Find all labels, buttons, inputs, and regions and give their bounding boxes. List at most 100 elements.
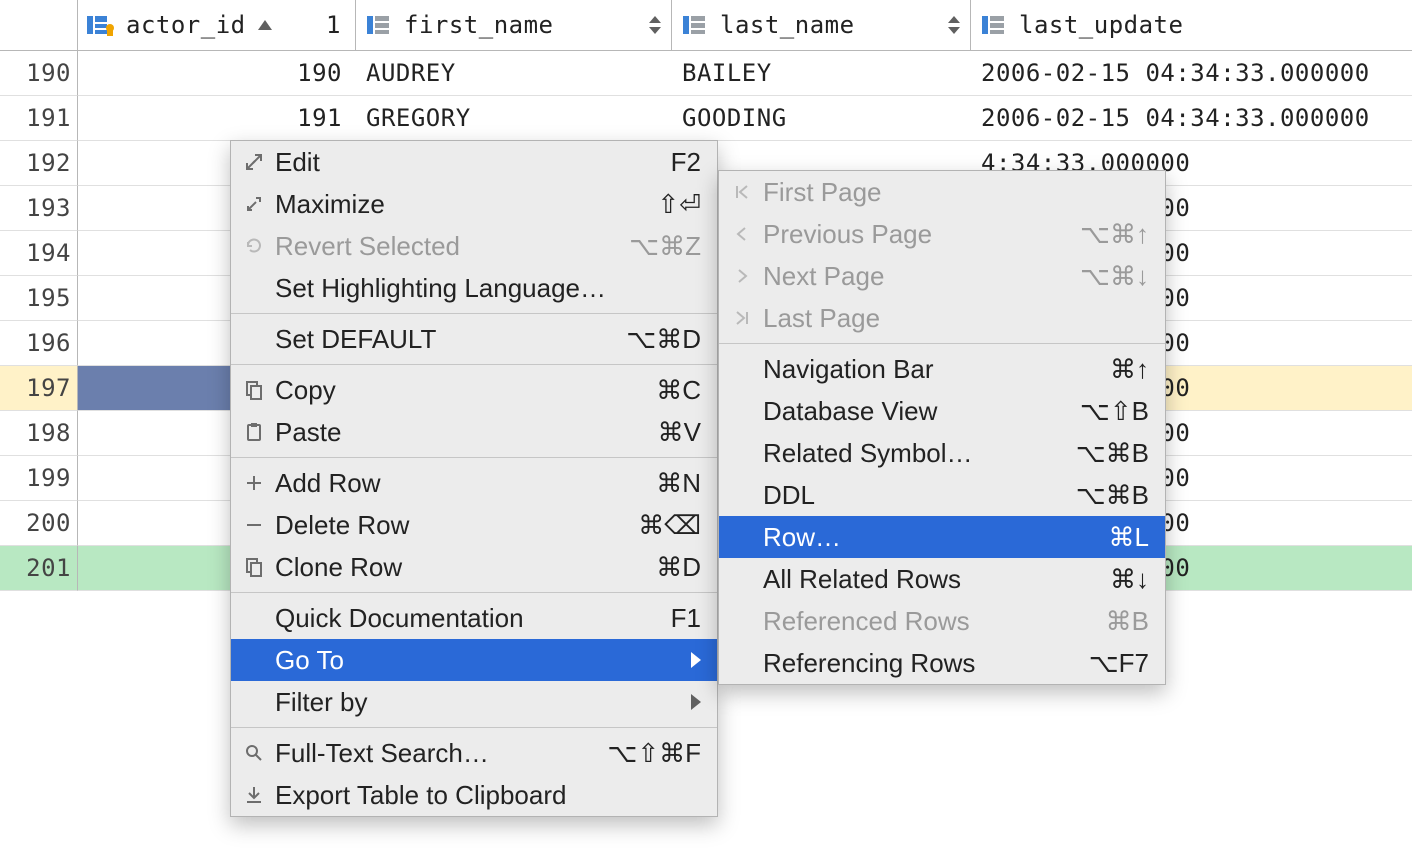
maximize-icon xyxy=(241,191,267,217)
menu-shortcut: F1 xyxy=(671,603,701,634)
menu-item-edit[interactable]: EditF2 xyxy=(231,141,717,183)
menu-label: Navigation Bar xyxy=(763,354,934,385)
clone-icon xyxy=(241,554,267,580)
column-header-last-name[interactable]: last_name xyxy=(672,0,971,50)
row-header[interactable]: 195 xyxy=(0,276,78,321)
menu-label: Clone Row xyxy=(275,552,402,583)
cell-actor-id[interactable]: 191 xyxy=(78,96,356,141)
blank-icon xyxy=(729,524,755,550)
row-header[interactable]: 194 xyxy=(0,231,78,276)
row-header[interactable]: 197 xyxy=(0,366,78,411)
minus-icon xyxy=(241,512,267,538)
menu-item-paste[interactable]: Paste⌘V xyxy=(231,411,717,453)
cell-last-name[interactable]: BAILEY xyxy=(672,51,971,96)
cell-last-update[interactable]: 2006-02-15 04:34:33.000000 xyxy=(971,51,1412,96)
menu-separator xyxy=(231,313,717,314)
last-icon xyxy=(729,305,755,331)
cell-last-name[interactable]: GOODING xyxy=(672,96,971,141)
blank-icon xyxy=(241,689,267,715)
cell-actor-id[interactable]: 190 xyxy=(78,51,356,96)
plus-icon xyxy=(241,470,267,496)
row-header[interactable]: 198 xyxy=(0,411,78,456)
menu-label: Add Row xyxy=(275,468,381,499)
blank-icon xyxy=(729,650,755,676)
menu-item-referencing-rows[interactable]: Referencing Rows⌥F7 xyxy=(719,642,1165,684)
menu-item-copy[interactable]: Copy⌘C xyxy=(231,369,717,411)
menu-item-maximize[interactable]: Maximize⇧⏎ xyxy=(231,183,717,225)
column-header-last-update[interactable]: last_update xyxy=(971,0,1412,50)
column-header-actor-id[interactable]: actor_id 1 xyxy=(78,0,356,50)
menu-label: Revert Selected xyxy=(275,231,460,262)
cell-first-name[interactable]: GREGORY xyxy=(356,96,672,141)
column-header-first-name[interactable]: first_name xyxy=(356,0,672,50)
menu-item-referenced-rows: Referenced Rows⌘B xyxy=(719,600,1165,642)
row-header[interactable]: 192 xyxy=(0,141,78,186)
menu-shortcut: ⌘C xyxy=(656,375,701,406)
first-icon xyxy=(729,179,755,205)
menu-separator xyxy=(231,364,717,365)
menu-shortcut: F2 xyxy=(671,147,701,178)
menu-label: Filter by xyxy=(275,687,367,718)
menu-item-ddl[interactable]: DDL⌥⌘B xyxy=(719,474,1165,516)
menu-shortcut: ⌥⌘B xyxy=(1076,438,1149,469)
table-row[interactable]: 190190AUDREYBAILEY2006-02-15 04:34:33.00… xyxy=(0,51,1412,96)
row-header[interactable]: 201 xyxy=(0,546,78,591)
menu-shortcut: ⌥⇧B xyxy=(1080,396,1149,427)
menu-item-export-table-to-clipboard[interactable]: Export Table to Clipboard xyxy=(231,774,717,816)
context-menu[interactable]: EditF2Maximize⇧⏎ Revert Selected ⌥⌘Z Set Hi… xyxy=(230,140,718,817)
sort-toggle-icon[interactable] xyxy=(946,16,962,34)
menu-item-all-related-rows[interactable]: All Related Rows⌘↓ xyxy=(719,558,1165,600)
expand-icon xyxy=(241,149,267,175)
menu-item-related-symbol[interactable]: Related Symbol…⌥⌘B xyxy=(719,432,1165,474)
menu-shortcut: ⌘↑ xyxy=(1110,354,1149,385)
menu-shortcut: ⌥⌘Z xyxy=(629,231,701,262)
menu-label: Export Table to Clipboard xyxy=(275,780,566,811)
menu-item-set-default[interactable]: Set DEFAULT⌥⌘D xyxy=(231,318,717,360)
menu-separator xyxy=(231,727,717,728)
copy-icon xyxy=(241,377,267,403)
download-icon xyxy=(241,782,267,808)
cell-first-name[interactable]: AUDREY xyxy=(356,51,672,96)
menu-label: All Related Rows xyxy=(763,564,961,595)
menu-label: Delete Row xyxy=(275,510,409,541)
blank-icon xyxy=(729,398,755,424)
menu-item-delete-row[interactable]: Delete Row⌘⌫ xyxy=(231,504,717,546)
table-row[interactable]: 191191GREGORYGOODING2006-02-15 04:34:33.… xyxy=(0,96,1412,141)
menu-label: Full-Text Search… xyxy=(275,738,489,769)
next-icon xyxy=(729,263,755,289)
cell-last-update[interactable]: 2006-02-15 04:34:33.000000 xyxy=(971,96,1412,141)
menu-label: Go To xyxy=(275,645,344,676)
row-header[interactable]: 193 xyxy=(0,186,78,231)
row-header[interactable]: 196 xyxy=(0,321,78,366)
submenu-arrow-icon xyxy=(691,652,701,668)
menu-item-full-text-search[interactable]: Full-Text Search…⌥⇧⌘F xyxy=(231,732,717,774)
menu-item-filter-by[interactable]: Filter by xyxy=(231,681,717,723)
primary-key-column-icon xyxy=(86,13,116,37)
menu-item-next-page: Next Page⌥⌘↓ xyxy=(719,255,1165,297)
goto-submenu[interactable]: First PagePrevious Page⌥⌘↑Next Page⌥⌘↓La… xyxy=(718,170,1166,685)
column-icon xyxy=(979,13,1009,37)
row-header[interactable]: 200 xyxy=(0,501,78,546)
menu-label: DDL xyxy=(763,480,815,511)
menu-shortcut: ⌘B xyxy=(1106,606,1149,637)
menu-item-previous-page: Previous Page⌥⌘↑ xyxy=(719,213,1165,255)
menu-item-add-row[interactable]: Add Row⌘N xyxy=(231,462,717,504)
menu-item-go-to[interactable]: Go To xyxy=(231,639,717,681)
menu-item-quick-documentation[interactable]: Quick DocumentationF1 xyxy=(231,597,717,639)
sort-asc-icon xyxy=(258,20,272,30)
sort-toggle-icon[interactable] xyxy=(647,16,663,34)
corner-cell xyxy=(0,0,78,50)
menu-separator xyxy=(231,457,717,458)
menu-item-row[interactable]: Row…⌘L xyxy=(719,516,1165,558)
menu-item-database-view[interactable]: Database View⌥⇧B xyxy=(719,390,1165,432)
menu-separator xyxy=(719,343,1165,344)
menu-item-clone-row[interactable]: Clone Row⌘D xyxy=(231,546,717,588)
menu-item-set-highlighting-language[interactable]: Set Highlighting Language… xyxy=(231,267,717,309)
row-header[interactable]: 191 xyxy=(0,96,78,141)
menu-label: Set Highlighting Language… xyxy=(275,273,606,304)
row-header[interactable]: 190 xyxy=(0,51,78,96)
menu-item-navigation-bar[interactable]: Navigation Bar ⌘↑ xyxy=(719,348,1165,390)
revert-icon xyxy=(241,233,267,259)
row-header[interactable]: 199 xyxy=(0,456,78,501)
blank-icon xyxy=(729,608,755,634)
